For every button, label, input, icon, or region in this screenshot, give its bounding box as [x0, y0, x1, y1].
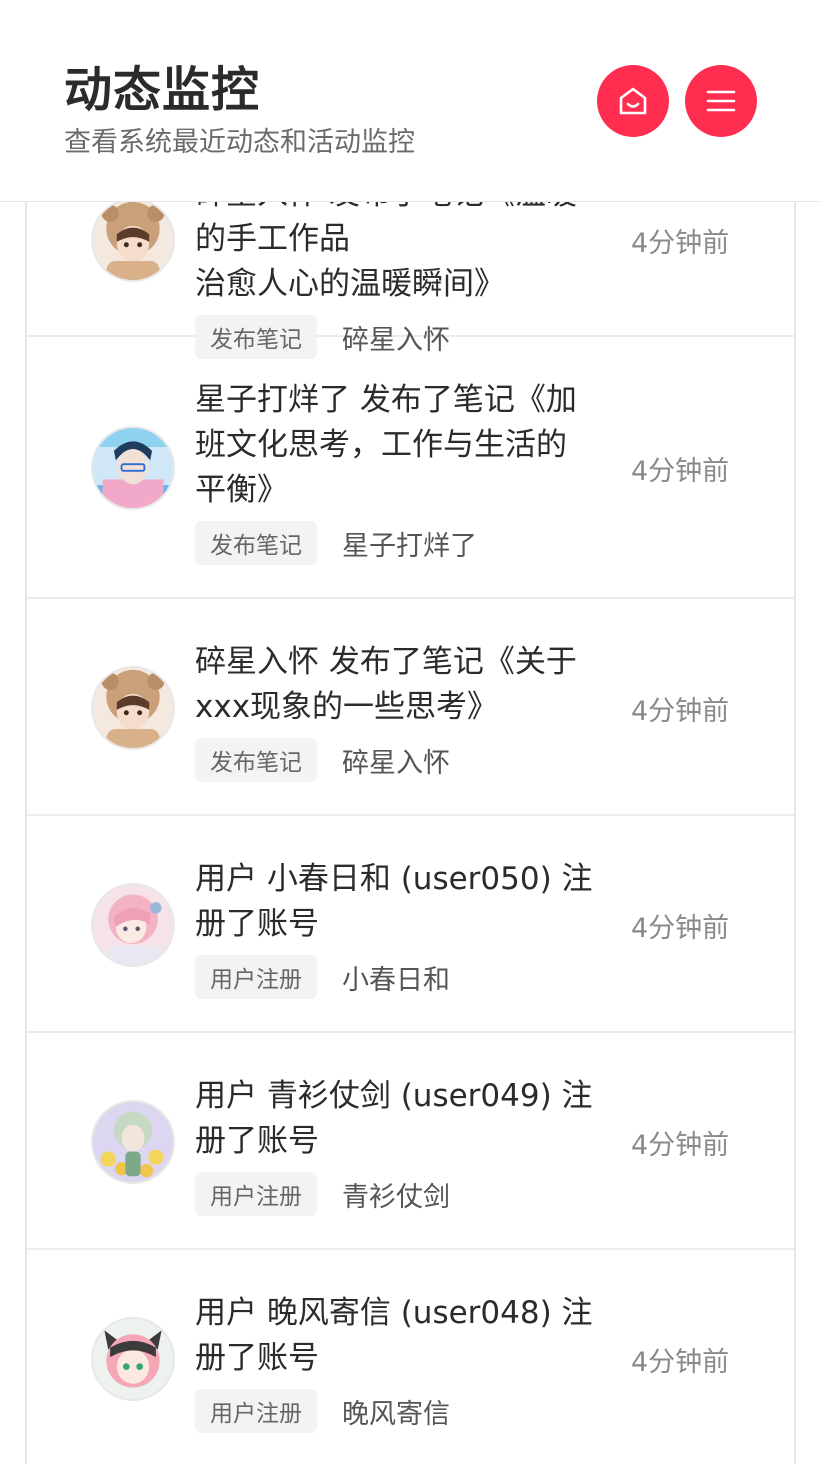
activity-username[interactable]: 小春日和 [342, 958, 450, 997]
cat-ear-girl-avatar[interactable] [91, 1317, 175, 1401]
activity-body: 用户 青衫仗剑 (user049) 注册了账号用户注册 青衫仗剑 [195, 1074, 595, 1216]
activity-type-tag: 用户注册 [195, 1389, 317, 1433]
girl-bear-hood-avatar[interactable] [91, 666, 175, 750]
home-smile-icon [619, 87, 647, 115]
flower-girl-avatar[interactable] [91, 1100, 175, 1184]
activity-row[interactable]: 用户 青衫仗剑 (user049) 注册了账号用户注册 青衫仗剑 4分钟前 [27, 1033, 794, 1250]
activity-text: 碎星入怀 发布了笔记《温暖的手工作品治愈人心的温暖瞬间》 [195, 202, 595, 307]
activity-meta: 发布笔记 碎星入怀 [195, 738, 595, 782]
activity-text-line: xxx现象的一些思考》 [195, 689, 499, 725]
activity-text-line: 治愈人心的温暖瞬间》 [195, 266, 505, 302]
activity-type-tag: 用户注册 [195, 955, 317, 999]
activity-row[interactable]: 碎星入怀 发布了笔记《温暖的手工作品治愈人心的温暖瞬间》发布笔记碎星入怀4分钟前 [27, 202, 794, 359]
activity-text-line: 用户 晚风寄信 (user048) 注 [195, 1295, 593, 1331]
menu-icon [706, 90, 736, 112]
activity-body: 星子打烊了 发布了笔记《加 班文化思考，工作与生活的 平衡》发布笔记 星子打烊了 [195, 378, 595, 565]
activity-text-line: 班文化思考，工作与生活的 [195, 427, 567, 463]
activity-list[interactable]: 碎星入怀 发布了笔记《温暖的手工作品治愈人心的温暖瞬间》发布笔记碎星入怀4分钟前… [25, 202, 796, 1464]
activity-text-line: 册了账号 [195, 906, 319, 942]
activity-username[interactable]: 碎星入怀 [342, 741, 450, 780]
menu-button[interactable] [685, 65, 757, 137]
activity-text-line: 用户 青衫仗剑 (user049) 注 [195, 1078, 593, 1114]
activity-text-line: 碎星入怀 发布了笔记《关于 [195, 644, 577, 680]
pink-hair-girl-avatar[interactable] [91, 883, 175, 967]
page-subtitle: 查看系统最近动态和活动监控 [64, 127, 415, 158]
activity-time: 4分钟前 [631, 228, 730, 259]
activity-type-tag: 发布笔记 [195, 521, 317, 565]
activity-body: 碎星入怀 发布了笔记《关于 xxx现象的一些思考》发布笔记 碎星入怀 [195, 640, 595, 782]
activity-text-line: 碎星入怀 发布了笔记《温暖的手工作品 [195, 202, 577, 257]
activity-meta: 用户注册 小春日和 [195, 955, 595, 999]
activity-row[interactable]: 用户 晚风寄信 (user048) 注册了账号用户注册 晚风寄信 4分钟前 [27, 1250, 794, 1464]
activity-row[interactable]: 星子打烊了 发布了笔记《加 班文化思考，工作与生活的 平衡》发布笔记 星子打烊了 4分钟… [27, 337, 794, 599]
girl-bear-hood-avatar[interactable] [91, 202, 175, 282]
activity-meta: 用户注册 青衫仗剑 [195, 1172, 595, 1216]
activity-type-tag: 用户注册 [195, 1172, 317, 1216]
home-button[interactable] [597, 65, 669, 137]
activity-body: 碎星入怀 发布了笔记《温暖的手工作品治愈人心的温暖瞬间》发布笔记碎星入怀 [195, 202, 595, 359]
page-title: 动态监控 [64, 62, 261, 118]
activity-text: 用户 青衫仗剑 (user049) 注册了账号 [195, 1074, 595, 1164]
activity-username[interactable]: 星子打烊了 [342, 524, 477, 563]
activity-time: 4分钟前 [631, 456, 730, 487]
activity-row[interactable]: 用户 小春日和 (user050) 注册了账号用户注册 小春日和 4分钟前 [27, 816, 794, 1033]
activity-username[interactable]: 晚风寄信 [342, 1392, 450, 1431]
activity-time: 4分钟前 [631, 1130, 730, 1161]
activity-body: 用户 晚风寄信 (user048) 注册了账号用户注册 晚风寄信 [195, 1291, 595, 1433]
activity-row[interactable]: 碎星入怀 发布了笔记《关于 xxx现象的一些思考》发布笔记 碎星入怀 4分钟前 [27, 599, 794, 816]
activity-text: 用户 小春日和 (user050) 注册了账号 [195, 857, 595, 947]
activity-meta: 用户注册 晚风寄信 [195, 1389, 595, 1433]
activity-text-line: 星子打烊了 发布了笔记《加 [195, 382, 577, 418]
activity-text-line: 平衡》 [195, 472, 288, 508]
activity-text: 用户 晚风寄信 (user048) 注册了账号 [195, 1291, 595, 1381]
activity-text: 碎星入怀 发布了笔记《关于 xxx现象的一些思考》 [195, 640, 595, 730]
page-header: 动态监控 查看系统最近动态和活动监控 [0, 0, 820, 202]
activity-text-line: 册了账号 [195, 1123, 319, 1159]
activity-time: 4分钟前 [631, 1347, 730, 1378]
activity-text: 星子打烊了 发布了笔记《加 班文化思考，工作与生活的 平衡》 [195, 378, 595, 513]
activity-text-line: 册了账号 [195, 1340, 319, 1376]
activity-body: 用户 小春日和 (user050) 注册了账号用户注册 小春日和 [195, 857, 595, 999]
blue-hair-boy-avatar[interactable] [91, 426, 175, 510]
activity-time: 4分钟前 [631, 696, 730, 727]
activity-type-tag: 发布笔记 [195, 738, 317, 782]
activity-username[interactable]: 青衫仗剑 [342, 1175, 450, 1214]
activity-meta: 发布笔记 星子打烊了 [195, 521, 595, 565]
activity-time: 4分钟前 [631, 913, 730, 944]
activity-text-line: 用户 小春日和 (user050) 注 [195, 861, 593, 897]
